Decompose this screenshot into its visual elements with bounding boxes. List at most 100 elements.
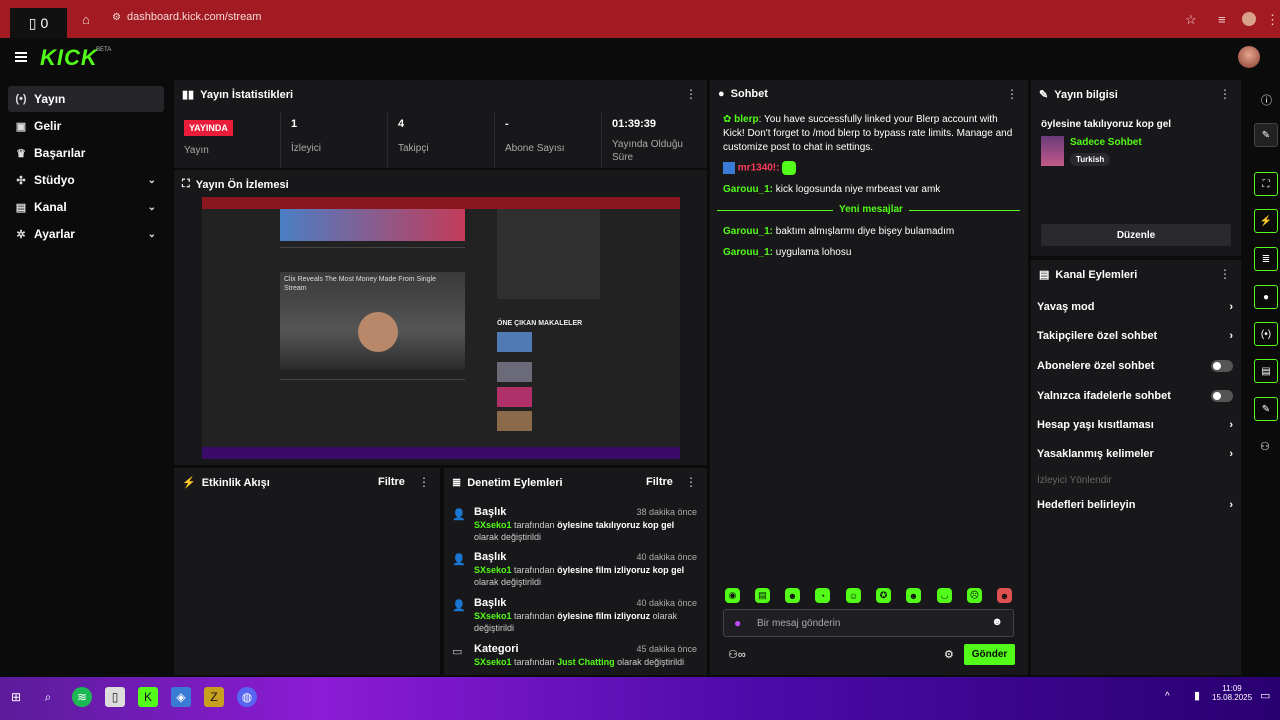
browser-tab[interactable]: ▯ 0: [10, 8, 67, 38]
list-icon[interactable]: ≣: [1254, 247, 1278, 271]
gear-icon[interactable]: ⚙: [944, 648, 954, 661]
emote-icon[interactable]: ☹: [967, 588, 982, 603]
clock[interactable]: 11:09 15.08.2025: [1212, 684, 1252, 702]
followers-only-row[interactable]: Takipçilere özel sohbet ›: [1037, 330, 1233, 342]
chat-username[interactable]: Garouu_1:: [723, 184, 773, 195]
home-icon[interactable]: ⌂: [82, 12, 90, 27]
mod-user[interactable]: SXseko1: [474, 611, 512, 621]
channel-icon[interactable]: ▤: [1254, 359, 1278, 383]
emote-icon[interactable]: ◡: [937, 588, 952, 603]
emoji-icon[interactable]: ☻: [991, 616, 1003, 628]
chat-username[interactable]: mr1340!:: [738, 163, 780, 174]
banned-words-row[interactable]: Yasaklanmış kelimeler ›: [1037, 448, 1233, 460]
chat-username[interactable]: Garouu_1:: [723, 226, 773, 237]
chat-bubble-icon: ●: [718, 88, 725, 100]
chevron-up-icon[interactable]: ^: [1165, 691, 1170, 702]
bolt-icon[interactable]: ⚡: [1254, 209, 1278, 233]
sidebar-item-achievements[interactable]: ♛ Başarılar: [8, 140, 164, 166]
emote-icon[interactable]: ◔: [815, 588, 830, 603]
emote-icon[interactable]: ✪: [876, 588, 891, 603]
user-avatar[interactable]: [1238, 46, 1260, 68]
edit-button[interactable]: Düzenle: [1041, 224, 1231, 246]
address-bar[interactable]: ⚙ dashboard.kick.com/stream: [112, 11, 261, 23]
slow-mode-row[interactable]: Yavaş mod ›: [1037, 301, 1233, 313]
kick-logo[interactable]: KICK: [40, 45, 98, 71]
microphone-icon[interactable]: ▮: [1194, 689, 1200, 702]
mod-desc: SXseko1 tarafından öylesine takılıyoruz …: [474, 519, 694, 543]
chat-input[interactable]: ● Bir mesaj gönderin ☻: [723, 609, 1014, 637]
mod-user[interactable]: SXseko1: [474, 657, 512, 667]
media-control-icon[interactable]: ≡: [1218, 12, 1226, 27]
browser-menu-icon[interactable]: ⋮: [1266, 12, 1279, 28]
stream-category[interactable]: Sadece Sohbet: [1070, 137, 1142, 148]
sidebar-item-label: Ayarlar: [34, 227, 75, 241]
app-icon[interactable]: ◈: [171, 687, 191, 707]
emote-icon: [782, 161, 797, 175]
chat-username[interactable]: blerp: [734, 114, 758, 125]
chat-username[interactable]: Garouu_1:: [723, 247, 773, 258]
chat-text: : You have successfully linked your Bler…: [723, 114, 1013, 153]
emote-icon[interactable]: ☻: [997, 588, 1012, 603]
stat-label: Yayın: [184, 145, 209, 156]
followers-stat: 4 Takipçi: [387, 112, 494, 168]
emote-icon[interactable]: ◉: [725, 588, 740, 603]
emote-icon[interactable]: ☻: [906, 588, 921, 603]
chat-icon[interactable]: ●: [1254, 285, 1278, 309]
mod-title: Başlık: [474, 597, 507, 609]
sidebar-item-revenue[interactable]: ▣ Gelir: [8, 113, 164, 139]
emote-icon[interactable]: ▤: [755, 588, 770, 603]
search-icon[interactable]: ⌕: [38, 687, 58, 707]
microphone-icon[interactable]: ●: [734, 616, 741, 630]
file-icon[interactable]: ▯: [105, 687, 125, 707]
stat-label: Yayında Olduğu Süre: [612, 139, 683, 163]
more-icon[interactable]: ⋮: [1006, 87, 1018, 101]
send-button[interactable]: Gönder: [964, 644, 1015, 665]
preview-icon[interactable]: ⛶: [1254, 172, 1278, 196]
stats-icon: ▮▮: [182, 89, 195, 101]
wrench-icon[interactable]: ✎: [1254, 397, 1278, 421]
spotify-icon[interactable]: ≋: [72, 687, 92, 707]
site-info-icon[interactable]: ⚙: [112, 12, 121, 23]
info-icon[interactable]: ⓘ: [1261, 92, 1272, 108]
gear-icon: ✲: [16, 228, 26, 241]
windows-start-icon[interactable]: ⊞: [6, 687, 26, 707]
user-group-icon[interactable]: ⚇: [1260, 440, 1270, 453]
stat-label: Takipçi: [398, 143, 429, 154]
stream-preview-video[interactable]: Clix Reveals The Most Money Made From Si…: [202, 197, 680, 459]
filter-button[interactable]: Filtre: [378, 476, 405, 488]
more-icon[interactable]: ⋮: [685, 87, 697, 101]
action-label: İzleyici Yönlendir: [1037, 475, 1112, 486]
account-age-row[interactable]: Hesap yaşı kısıtlaması ›: [1037, 419, 1233, 431]
sidebar-item-channel[interactable]: ▤ Kanal ⌄: [8, 194, 164, 220]
app-icon[interactable]: Z: [204, 687, 224, 707]
emote-icon[interactable]: ☻: [785, 588, 800, 603]
filter-button[interactable]: Filtre: [646, 476, 673, 488]
emotes-only-toggle[interactable]: [1211, 390, 1233, 402]
sidebar-item-stream[interactable]: (•) Yayın: [8, 86, 164, 112]
mod-value: öylesine film izliyoruz kop gel: [557, 565, 685, 575]
edit-icon[interactable]: ✎: [1254, 123, 1278, 147]
mod-user[interactable]: SXseko1: [474, 565, 512, 575]
mod-title: Kategori: [474, 643, 519, 655]
profile-avatar-icon[interactable]: [1242, 12, 1256, 26]
action-label: Yasaklanmış kelimeler: [1037, 448, 1154, 460]
kick-app-icon[interactable]: K: [138, 687, 158, 707]
broadcast-icon[interactable]: (•): [1254, 322, 1278, 346]
article-thumb: [497, 411, 532, 431]
discord-icon[interactable]: ◍: [237, 687, 257, 707]
sidebar-item-settings[interactable]: ✲ Ayarlar ⌄: [8, 221, 164, 247]
more-icon[interactable]: ⋮: [418, 475, 430, 489]
more-icon[interactable]: ⋮: [685, 475, 697, 489]
panel-title: Yayın Ön İzlemesi: [195, 178, 289, 191]
subs-only-toggle[interactable]: [1211, 360, 1233, 372]
bookmark-star-icon[interactable]: ☆: [1185, 12, 1197, 28]
mod-user[interactable]: SXseko1: [474, 520, 512, 530]
more-icon[interactable]: ⋮: [1219, 267, 1231, 281]
emote-icon[interactable]: ☺: [846, 588, 861, 603]
more-icon[interactable]: ⋮: [1219, 87, 1231, 101]
notification-icon[interactable]: ▭: [1260, 689, 1270, 702]
goals-row[interactable]: Hedefleri belirleyin ›: [1037, 499, 1233, 511]
sidebar-item-studio[interactable]: ✣ Stüdyo ⌄: [8, 167, 164, 193]
user-group-icon[interactable]: ⚇∞: [728, 648, 746, 661]
menu-icon[interactable]: [15, 52, 27, 62]
